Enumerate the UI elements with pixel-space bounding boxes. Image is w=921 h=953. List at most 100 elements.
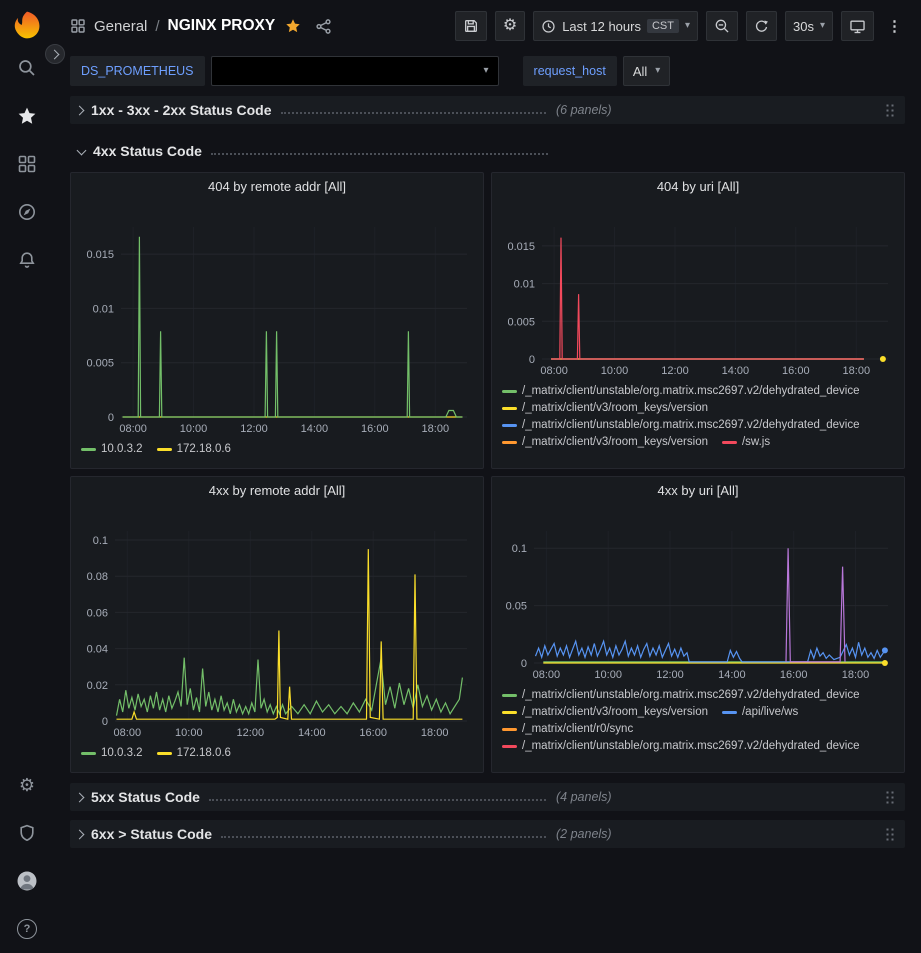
datasource-variable-dropdown[interactable]: ▾ — [211, 56, 499, 86]
legend-series-label: /_matrix/client/v3/room_keys/version — [522, 706, 708, 718]
time-series-chart[interactable]: 08:0010:0012:0014:0016:0018:0000.020.040… — [75, 503, 479, 741]
legend-series-label: 172.18.0.6 — [177, 443, 231, 455]
bell-icon — [17, 250, 37, 270]
legend-item[interactable]: /_matrix/client/r0/sync — [502, 723, 633, 735]
dashboard-header: General / NGINX PROXY ⚙ — [54, 0, 921, 52]
row-panel-count: (2 panels) — [556, 827, 612, 841]
refresh-interval-dropdown[interactable]: 30s ▾ — [785, 11, 833, 41]
time-series-chart[interactable]: 08:0010:0012:0014:0016:0018:0000.050.1 — [496, 503, 900, 683]
panel-4xx-by-uri: 4xx by uri [All] 08:0010:0012:0014:0016:… — [491, 476, 905, 773]
row-1xx-3xx-2xx-status-code[interactable]: 1xx - 3xx - 2xx Status Code (6 panels) — [70, 96, 905, 124]
legend-series-marker — [722, 711, 737, 714]
svg-text:12:00: 12:00 — [237, 727, 265, 739]
legend-item[interactable]: /_matrix/client/unstable/org.matrix.msc2… — [502, 689, 860, 701]
legend-series-label: /_matrix/client/unstable/org.matrix.msc2… — [522, 740, 860, 752]
sidebar-item-settings[interactable]: ⚙ — [0, 761, 54, 809]
legend-item[interactable]: 172.18.0.6 — [157, 747, 231, 759]
shield-icon — [17, 823, 37, 843]
save-icon — [463, 18, 479, 34]
chevron-down-icon: ▾ — [820, 21, 825, 31]
panel-title[interactable]: 404 by remote addr [All] — [71, 173, 483, 199]
legend-item[interactable]: /_matrix/client/unstable/org.matrix.msc2… — [502, 385, 860, 397]
row-drag-handle[interactable] — [885, 103, 895, 118]
svg-text:18:00: 18:00 — [421, 727, 449, 739]
legend-item[interactable]: 10.0.3.2 — [81, 443, 143, 455]
help-icon: ? — [17, 919, 37, 939]
panel-title[interactable]: 404 by uri [All] — [492, 173, 904, 199]
sidebar-item-security[interactable] — [0, 809, 54, 857]
legend-series-marker — [157, 752, 172, 755]
panel-404-by-uri: 404 by uri [All] 08:0010:0012:0014:0016:… — [491, 172, 905, 469]
legend-item[interactable]: /api/live/ws — [722, 706, 798, 718]
svg-text:0.005: 0.005 — [86, 358, 114, 370]
sidebar-item-favorites[interactable] — [0, 92, 54, 140]
request-host-variable-dropdown[interactable]: All ▾ — [623, 56, 670, 86]
refresh-interval-label: 30s — [793, 19, 814, 34]
header-actions: ⚙ Last 12 hours CST ▾ 30s — [455, 11, 907, 41]
time-series-chart[interactable]: 08:0010:0012:0014:0016:0018:0000.0050.01… — [496, 199, 900, 379]
sidebar: ⚙ ? — [0, 0, 54, 953]
grafana-app: ⚙ ? General / NGINX PROXY — [0, 0, 921, 953]
svg-text:14:00: 14:00 — [301, 423, 329, 435]
svg-text:16:00: 16:00 — [361, 423, 389, 435]
time-range-picker[interactable]: Last 12 hours CST ▾ — [533, 11, 698, 41]
svg-text:08:00: 08:00 — [533, 669, 561, 681]
breadcrumb-folder[interactable]: General — [94, 18, 147, 35]
breadcrumb-separator: / — [155, 18, 159, 35]
sidebar-expand-button[interactable] — [45, 44, 65, 64]
svg-text:0.05: 0.05 — [506, 601, 527, 613]
gear-icon: ⚙ — [503, 18, 517, 34]
zoom-out-icon — [714, 18, 730, 34]
dotted-leader — [211, 153, 548, 155]
svg-text:14:00: 14:00 — [718, 669, 746, 681]
grafana-logo-icon[interactable] — [8, 6, 46, 44]
more-options-button[interactable]: ⋮ — [882, 11, 907, 41]
dashboard-settings-button[interactable]: ⚙ — [495, 11, 525, 41]
tv-mode-button[interactable] — [841, 11, 874, 41]
dashboards-grid-icon — [70, 18, 86, 34]
refresh-button[interactable] — [746, 11, 777, 41]
zoom-out-button[interactable] — [706, 11, 738, 41]
svg-text:10:00: 10:00 — [180, 423, 208, 435]
save-dashboard-button[interactable] — [455, 11, 487, 41]
svg-text:18:00: 18:00 — [422, 423, 450, 435]
row-4xx-status-code[interactable]: 4xx Status Code — [70, 138, 905, 164]
legend-series-label: /_matrix/client/unstable/org.matrix.msc2… — [522, 385, 860, 397]
row-6xx-status-code[interactable]: 6xx > Status Code (2 panels) — [70, 820, 905, 848]
panel-title[interactable]: 4xx by remote addr [All] — [71, 477, 483, 503]
monitor-icon — [849, 18, 866, 35]
favorite-star-icon[interactable] — [285, 18, 301, 34]
time-series-chart[interactable]: 08:0010:0012:0014:0016:0018:0000.0050.01… — [75, 199, 479, 437]
sidebar-item-alerting[interactable] — [0, 236, 54, 284]
row-drag-handle[interactable] — [885, 790, 895, 805]
panel-title[interactable]: 4xx by uri [All] — [492, 477, 904, 503]
legend-item[interactable]: /_matrix/client/unstable/org.matrix.msc2… — [502, 419, 860, 431]
legend-item[interactable]: 172.18.0.6 — [157, 443, 231, 455]
chart-canvas: 08:0010:0012:0014:0016:0018:0000.020.040… — [75, 503, 479, 741]
chevron-right-icon — [75, 105, 85, 115]
legend-item[interactable]: /_matrix/client/unstable/org.matrix.msc2… — [502, 740, 860, 752]
row-drag-handle[interactable] — [885, 827, 895, 842]
panel-4xx-by-remote-addr: 4xx by remote addr [All] 08:0010:0012:00… — [70, 476, 484, 773]
share-icon[interactable] — [315, 18, 332, 35]
sidebar-item-help[interactable]: ? — [0, 905, 54, 953]
search-icon — [17, 58, 37, 78]
legend-item[interactable]: /sw.js — [722, 436, 770, 448]
page-title: NGINX PROXY — [168, 17, 276, 35]
legend-item[interactable]: /_matrix/client/v3/room_keys/version — [502, 402, 708, 414]
sidebar-item-profile[interactable] — [0, 857, 54, 905]
legend-item[interactable]: 10.0.3.2 — [81, 747, 143, 759]
row-title: 1xx - 3xx - 2xx Status Code — [91, 102, 272, 119]
legend-item[interactable]: /_matrix/client/v3/room_keys/version — [502, 706, 708, 718]
row-5xx-status-code[interactable]: 5xx Status Code (4 panels) — [70, 783, 905, 811]
dotted-leader — [209, 799, 546, 801]
legend-item[interactable]: /_matrix/client/v3/room_keys/version — [502, 436, 708, 448]
sidebar-item-explore[interactable] — [0, 188, 54, 236]
svg-text:0.1: 0.1 — [93, 535, 108, 547]
svg-text:08:00: 08:00 — [114, 727, 142, 739]
svg-text:0.01: 0.01 — [514, 279, 535, 291]
sidebar-item-dashboards[interactable] — [0, 140, 54, 188]
svg-text:0.015: 0.015 — [507, 241, 535, 253]
legend-series-marker — [81, 752, 96, 755]
legend-series-label: 10.0.3.2 — [101, 747, 143, 759]
